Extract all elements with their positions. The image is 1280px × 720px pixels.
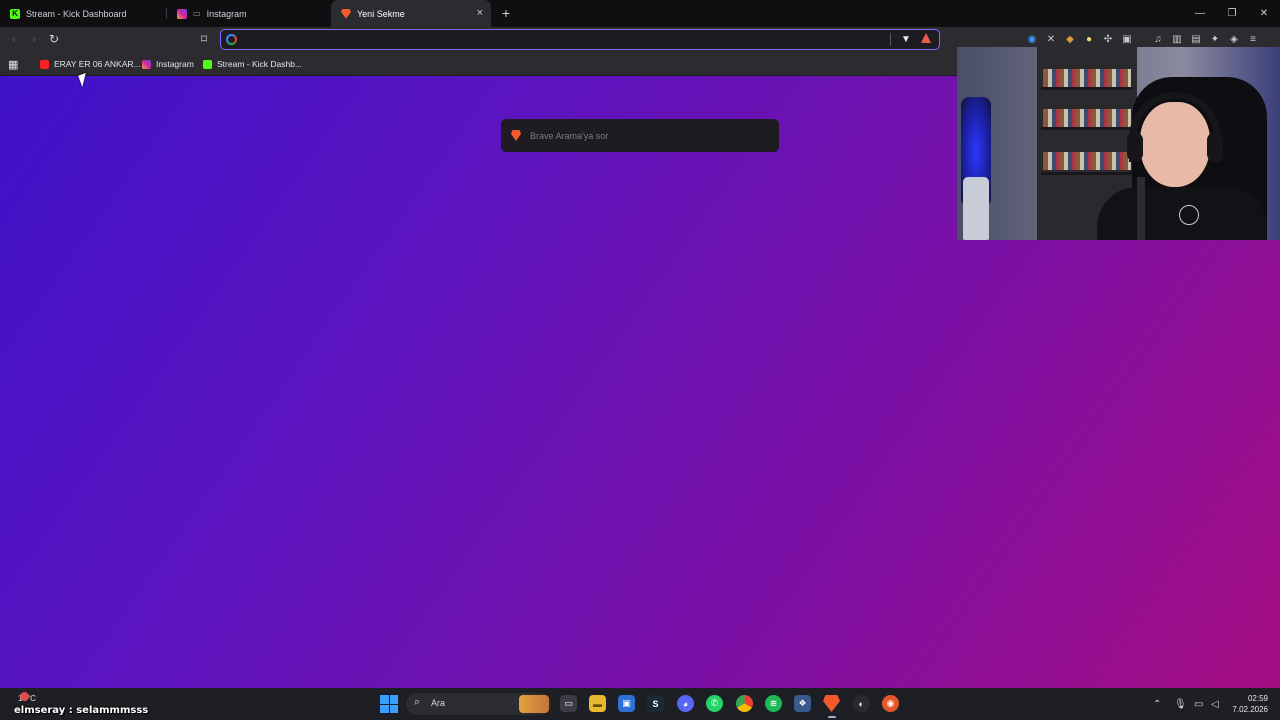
webcam-headset-ear [1127, 132, 1143, 162]
taskbar: 14°C [0, 688, 1280, 720]
show-hidden-icons[interactable]: ⌃ [1153, 697, 1161, 711]
minimize-icon[interactable]: — [1184, 0, 1216, 27]
screenshot-icon[interactable]: ▣ [1120, 32, 1134, 46]
bookmark-icon[interactable]: ⌑ [196, 31, 212, 47]
steam-icon[interactable]: S [647, 695, 664, 712]
tab-yeni-sekme[interactable]: Yeni Sekme × [331, 0, 491, 27]
forward-icon[interactable]: › [26, 31, 42, 47]
tab-instagram[interactable]: ▭ Instagram [167, 0, 330, 27]
tab-title: Stream - Kick Dashboard [26, 8, 127, 19]
shelf [1041, 127, 1133, 130]
tab-strip: K Stream - Kick Dashboard ▭ Instagram Ye… [0, 0, 1280, 27]
taskbar-search[interactable]: ⌕ Ara [406, 693, 551, 715]
bookmark-item[interactable]: ERAY ER 06 ANKAR... [40, 57, 141, 71]
bookmark-label: ERAY ER 06 ANKAR... [54, 59, 141, 69]
task-view-icon[interactable]: ▭ [560, 695, 577, 712]
puzzle-icon[interactable]: ✣ [1101, 32, 1115, 46]
webcam-bottle [963, 177, 989, 240]
bookmark-item[interactable]: Instagram [142, 57, 194, 71]
extension-bulb-icon[interactable]: ● [1082, 32, 1096, 46]
weather-badge-icon [20, 692, 29, 701]
tab-kick-dashboard[interactable]: K Stream - Kick Dashboard [0, 0, 165, 27]
file-explorer-icon[interactable]: ▬ [589, 695, 606, 712]
divider [890, 33, 891, 46]
tab-title: Yeni Sekme [357, 8, 405, 19]
apps-grid-icon[interactable]: ▦ [8, 57, 18, 71]
kick-icon [203, 59, 212, 69]
google-icon [226, 34, 237, 45]
back-icon[interactable]: ‹ [6, 31, 22, 47]
discord-icon[interactable]: ◕ [677, 695, 694, 712]
new-tab-button[interactable]: + [499, 4, 513, 22]
music-icon[interactable]: ♫ [1151, 32, 1165, 46]
taskbar-clock[interactable]: 02:59 7.02.2026 [1232, 693, 1268, 715]
webcam-overlay [957, 47, 1280, 240]
bookmark-label: Stream - Kick Dashb... [217, 59, 303, 69]
volume-icon[interactable]: ◁ [1211, 697, 1219, 711]
webcam-shirt-logo [1179, 205, 1199, 225]
shelf [1041, 87, 1133, 90]
close-tab-icon[interactable]: × [477, 7, 483, 19]
app-icon[interactable]: ◉ [882, 695, 899, 712]
wallet-icon[interactable]: ▤ [1189, 32, 1203, 46]
chrome-icon[interactable] [736, 695, 753, 712]
webcam-headset-ear [1207, 132, 1223, 162]
restore-icon[interactable]: ❐ [1216, 0, 1248, 27]
brave-shields-icon[interactable]: ▼ [899, 32, 913, 47]
menu-icon[interactable]: ≡ [1246, 32, 1260, 46]
start-button[interactable] [380, 695, 398, 713]
search-suggestion-dropdown[interactable]: Brave Arama'ya sor [501, 119, 779, 152]
shelf [1041, 172, 1133, 175]
clock-date: 7.02.2026 [1232, 705, 1268, 714]
obs-icon[interactable]: ◐ [853, 695, 870, 712]
extension-icons: ◉ ✕ ◆ ● ✣ ▣ ♫ ▥ ▤ ✦ ◈ ≡ [1025, 32, 1260, 46]
instagram-icon [177, 8, 187, 19]
vpn-icon[interactable]: ◈ [1227, 32, 1241, 46]
whatsapp-icon[interactable]: ✆ [706, 695, 723, 712]
sound-icon[interactable]: ◉ [1025, 32, 1039, 46]
tab-title: Instagram [206, 8, 247, 19]
search-highlight-image [519, 695, 549, 713]
search-icon: ⌕ [414, 696, 421, 708]
url-input[interactable] [243, 32, 883, 47]
books [1043, 109, 1131, 127]
extension-fox-icon[interactable]: ◆ [1063, 32, 1077, 46]
display-icon[interactable]: ▭ [1194, 697, 1203, 711]
spotify-icon[interactable]: ≋ [765, 695, 782, 712]
kick-icon: K [10, 8, 20, 19]
tab-audio-icon[interactable]: ▭ [193, 9, 201, 18]
close-window-icon[interactable]: ✕ [1248, 0, 1280, 27]
webcam-microphone [1137, 177, 1145, 240]
books [1043, 152, 1131, 170]
bookmark-item[interactable]: Stream - Kick Dashb... [203, 57, 302, 71]
microphone-icon[interactable]: 🎙︎ [1174, 697, 1187, 711]
instagram-icon [142, 59, 151, 69]
tools-icon[interactable]: ✕ [1044, 32, 1058, 46]
clock-time: 02:59 [1247, 694, 1268, 703]
window-controls: — ❐ ✕ [1184, 0, 1280, 27]
leo-ai-icon[interactable]: ✦ [1208, 32, 1222, 46]
brave-icon [341, 8, 351, 19]
search-label: Ara [431, 698, 446, 708]
reload-icon[interactable]: ↻ [46, 31, 62, 47]
address-bar[interactable]: ▼ [220, 29, 940, 50]
suggestion-label: Brave Arama'ya sor [530, 130, 609, 141]
stream-chat-overlay: elmseray : selammmsss [14, 705, 149, 716]
store-icon[interactable]: ▣ [618, 695, 635, 712]
brave-rewards-icon[interactable] [921, 33, 931, 43]
active-app-indicator [828, 716, 836, 718]
books [1043, 69, 1131, 87]
youtube-icon [40, 59, 49, 69]
sidebar-icon[interactable]: ▥ [1170, 32, 1184, 46]
bookmark-label: Instagram [156, 59, 194, 69]
app-icon[interactable]: ❖ [794, 695, 811, 712]
brave-icon [511, 130, 521, 141]
